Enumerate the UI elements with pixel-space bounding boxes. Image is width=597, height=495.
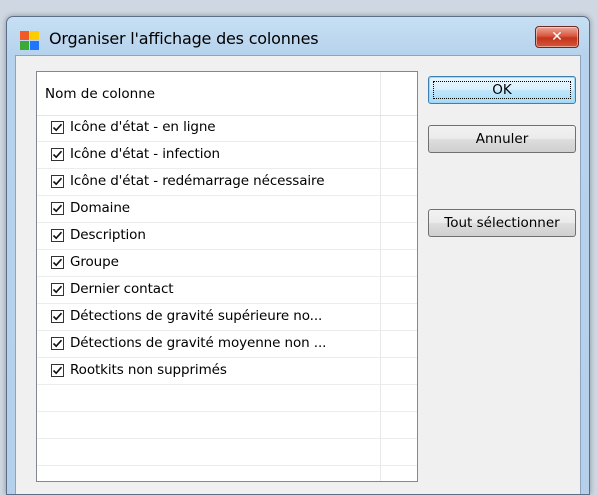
checkmark-icon xyxy=(52,231,63,240)
checkmark-icon xyxy=(52,123,63,132)
empty-list-row xyxy=(37,412,417,439)
column-name-header: Nom de colonne xyxy=(45,86,156,102)
title-bar[interactable]: Organiser l'affichage des colonnes ✕ xyxy=(7,17,589,57)
checkmark-icon xyxy=(52,312,63,321)
checkmark-icon xyxy=(52,177,63,186)
list-item-label: Icône d'état - infection xyxy=(70,146,220,162)
column-list[interactable]: Nom de colonne Icône d'état - en ligne Ic… xyxy=(36,71,418,482)
list-item-label: Dernier contact xyxy=(70,281,174,297)
dialog-window: Organiser l'affichage des colonnes ✕ Nom… xyxy=(6,16,590,495)
list-item-label: Description xyxy=(70,227,146,243)
empty-list-row xyxy=(37,385,417,412)
item-checkbox[interactable] xyxy=(51,283,64,296)
checkmark-icon xyxy=(52,366,63,375)
checkmark-icon xyxy=(52,150,63,159)
checkmark-icon xyxy=(52,339,63,348)
item-checkbox[interactable] xyxy=(51,256,64,269)
list-item[interactable]: Domaine xyxy=(37,196,417,223)
list-item-label: Détections de gravité supérieure no... xyxy=(70,308,323,324)
list-item[interactable]: Détections de gravité supérieure no... xyxy=(37,304,417,331)
item-checkbox[interactable] xyxy=(51,148,64,161)
list-item[interactable]: Groupe xyxy=(37,250,417,277)
list-item-label: Icône d'état - redémarrage nécessaire xyxy=(70,173,325,189)
checkmark-icon xyxy=(52,258,63,267)
empty-list-row xyxy=(37,466,417,481)
cancel-button[interactable]: Annuler xyxy=(428,125,576,153)
list-item-label: Groupe xyxy=(70,254,119,270)
list-item-label: Détections de gravité moyenne non ... xyxy=(70,335,327,351)
item-checkbox[interactable] xyxy=(51,121,64,134)
checkmark-icon xyxy=(52,285,63,294)
dialog-content: Nom de colonne Icône d'état - en ligne Ic… xyxy=(15,55,581,494)
list-item-label: Rootkits non supprimés xyxy=(70,362,227,378)
list-header[interactable]: Nom de colonne xyxy=(37,72,417,116)
focus-rectangle xyxy=(433,81,571,99)
select-all-button-label: Tout sélectionner xyxy=(444,215,560,231)
list-item[interactable]: Icône d'état - redémarrage nécessaire xyxy=(37,169,417,196)
list-item[interactable]: Détections de gravité moyenne non ... xyxy=(37,331,417,358)
avg-logo-icon xyxy=(19,29,41,51)
list-item[interactable]: Rootkits non supprimés xyxy=(37,358,417,385)
list-item[interactable]: Icône d'état - en ligne xyxy=(37,115,417,142)
checkmark-icon xyxy=(52,204,63,213)
window-title: Organiser l'affichage des colonnes xyxy=(49,29,319,48)
item-checkbox[interactable] xyxy=(51,337,64,350)
item-checkbox[interactable] xyxy=(51,175,64,188)
ok-button[interactable]: OK xyxy=(428,76,576,104)
item-checkbox[interactable] xyxy=(51,310,64,323)
list-item[interactable]: Description xyxy=(37,223,417,250)
list-item-label: Icône d'état - en ligne xyxy=(70,119,216,135)
list-item[interactable]: Icône d'état - infection xyxy=(37,142,417,169)
item-checkbox[interactable] xyxy=(51,229,64,242)
select-all-button[interactable]: Tout sélectionner xyxy=(428,209,576,237)
item-checkbox[interactable] xyxy=(51,364,64,377)
empty-list-row xyxy=(37,439,417,466)
item-checkbox[interactable] xyxy=(51,202,64,215)
list-item[interactable]: Dernier contact xyxy=(37,277,417,304)
close-button[interactable]: ✕ xyxy=(535,26,579,48)
list-item-label: Domaine xyxy=(70,200,130,216)
cancel-button-label: Annuler xyxy=(475,131,529,147)
close-icon: ✕ xyxy=(551,29,563,45)
